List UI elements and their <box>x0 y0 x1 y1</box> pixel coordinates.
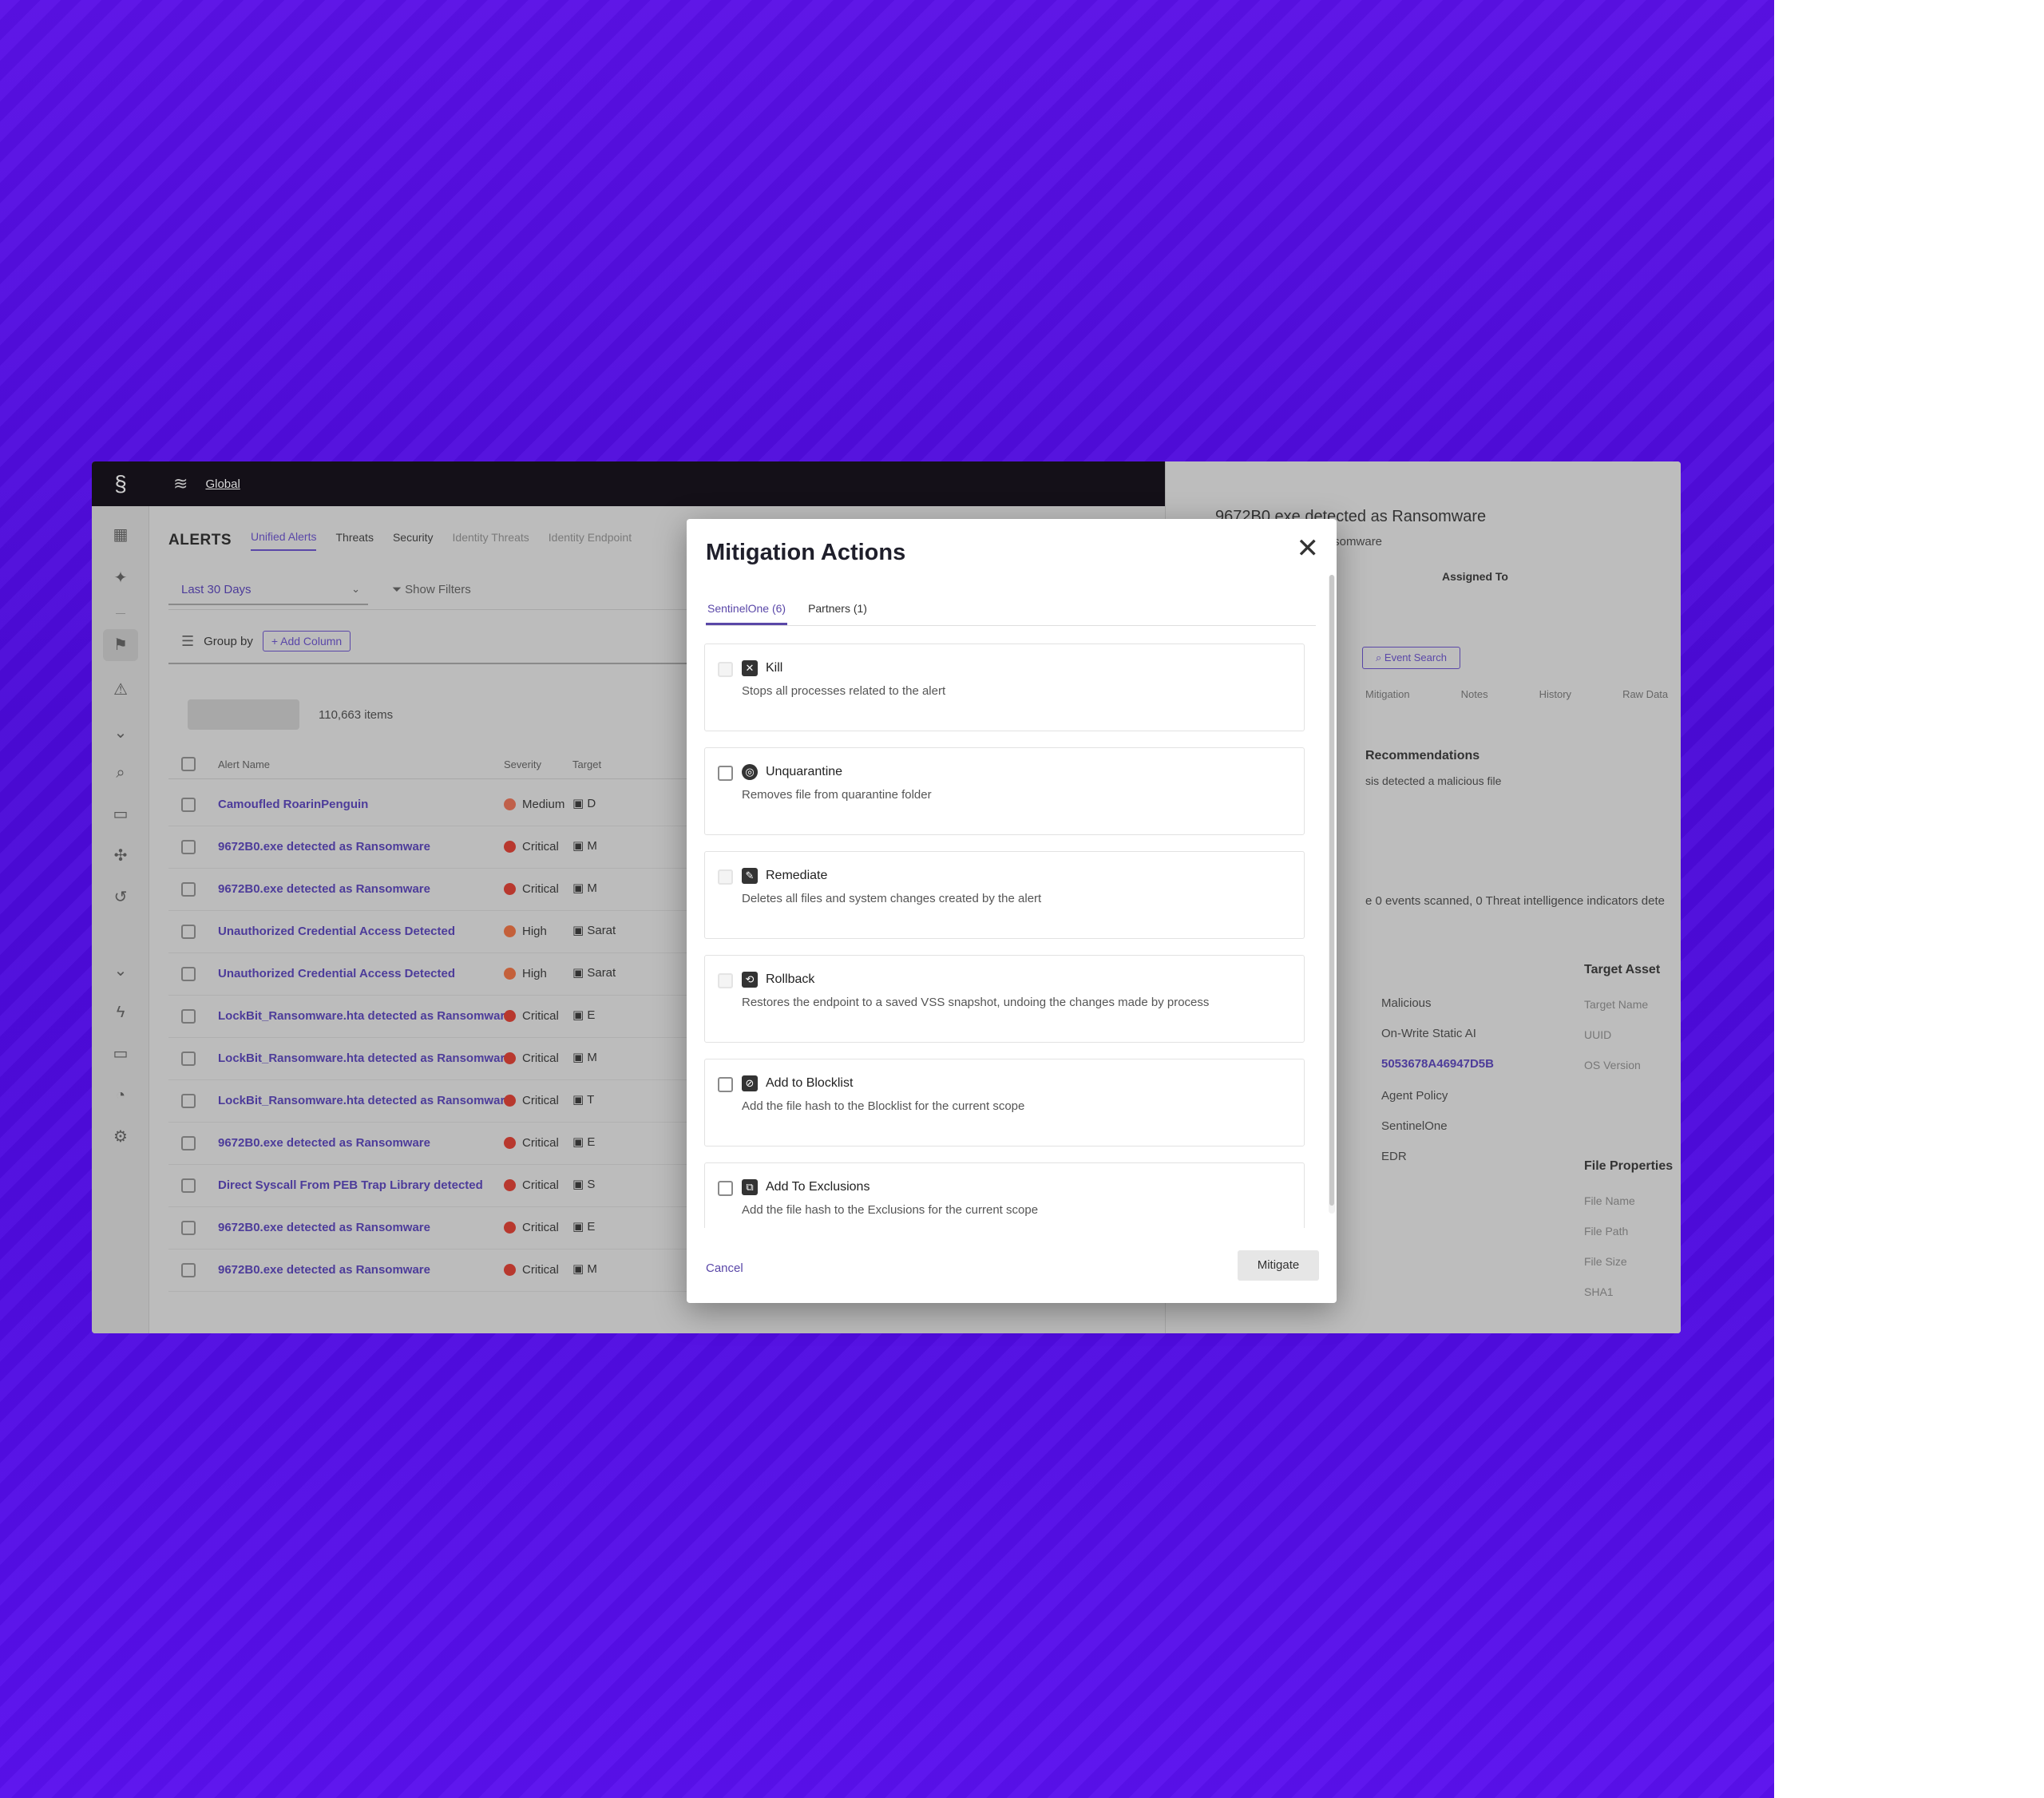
exclusions-icon: ⧉ <box>742 1179 758 1195</box>
option-checkbox[interactable] <box>718 766 733 781</box>
option-description: Restores the endpoint to a saved VSS sna… <box>742 996 1210 1009</box>
option-description: Removes file from quarantine folder <box>742 788 932 802</box>
option-checkbox <box>718 662 733 677</box>
blocklist-icon: ⊘ <box>742 1075 758 1091</box>
mitigate-button[interactable]: Mitigate <box>1238 1250 1319 1281</box>
option-title: Add To Exclusions <box>766 1180 870 1194</box>
option-checkbox[interactable] <box>718 1181 733 1196</box>
mitigation-option[interactable]: ⊘ Add to Blocklist Add the file hash to th… <box>704 1059 1305 1147</box>
dialog-title: Mitigation Actions <box>706 540 906 565</box>
option-title: Kill <box>766 661 783 675</box>
mitigation-option[interactable]: ◎ Unquarantine Removes file from quarantin… <box>704 747 1305 835</box>
option-checkbox <box>718 973 733 988</box>
option-checkbox <box>718 869 733 885</box>
remediate-icon: ✎ <box>742 868 758 884</box>
dialog-scrollbar[interactable] <box>1329 575 1335 1214</box>
dialog-tabs: SentinelOne (6) Partners (1) <box>706 602 1316 626</box>
kill-icon: ✕ <box>742 660 758 676</box>
tab-sentinelone[interactable]: SentinelOne (6) <box>706 602 788 625</box>
mitigation-option[interactable]: ⧉ Add To Exclusions Add the file hash to t… <box>704 1162 1305 1228</box>
option-title: Unquarantine <box>766 765 843 778</box>
option-description: Add the file hash to the Blocklist for t… <box>742 1099 1025 1113</box>
unquarantine-icon: ◎ <box>742 764 758 780</box>
rollback-icon: ⟲ <box>742 972 758 988</box>
mitigation-option[interactable]: ✎ Remediate Deletes all files and system c… <box>704 851 1305 939</box>
option-title: Add to Blocklist <box>766 1076 854 1090</box>
option-checkbox[interactable] <box>718 1077 733 1092</box>
mitigation-option[interactable]: ✕ Kill Stops all processes related to the … <box>704 644 1305 731</box>
mitigation-option[interactable]: ⟲ Rollback Restores the endpoint to a save… <box>704 955 1305 1043</box>
tab-partners[interactable]: Partners (1) <box>806 602 869 625</box>
scrollbar-thumb[interactable] <box>1329 575 1334 1206</box>
cancel-button[interactable]: Cancel <box>706 1261 743 1275</box>
option-description: Deletes all files and system changes cre… <box>742 892 1042 905</box>
close-icon[interactable]: ✕ <box>1297 535 1320 562</box>
mitigation-options-list: ✕ Kill Stops all processes related to the … <box>704 644 1319 1228</box>
mitigation-actions-dialog: Mitigation Actions ✕ SentinelOne (6) Par… <box>687 519 1337 1303</box>
option-description: Stops all processes related to the alert <box>742 684 946 698</box>
option-description: Add the file hash to the Exclusions for … <box>742 1203 1039 1217</box>
option-title: Remediate <box>766 869 828 882</box>
option-title: Rollback <box>766 972 815 986</box>
